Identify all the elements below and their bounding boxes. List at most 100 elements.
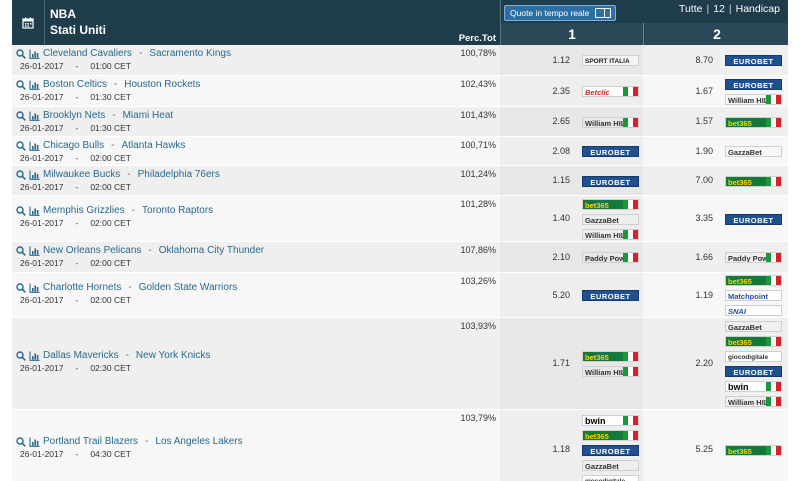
away-team-link[interactable]: Oklahoma City Thunder xyxy=(159,245,264,256)
search-icon[interactable] xyxy=(16,245,26,256)
odd-value-home[interactable]: 1.71 xyxy=(552,358,570,368)
odd-value-home[interactable]: 1.18 xyxy=(552,444,570,454)
home-team-link[interactable]: Boston Celtics xyxy=(43,79,107,90)
away-team-link[interactable]: Los Angeles Lakers xyxy=(155,436,242,447)
stats-chart-icon[interactable] xyxy=(29,80,40,90)
odd-value-away[interactable]: 1.67 xyxy=(695,86,713,96)
search-icon[interactable] xyxy=(16,169,26,180)
tab-tutte[interactable]: Tutte xyxy=(679,3,703,15)
bookmaker-logo-bet365[interactable]: bet365 xyxy=(582,199,639,210)
bookmaker-logo-bwin[interactable]: bwin xyxy=(582,415,639,426)
away-team-link[interactable]: Toronto Raptors xyxy=(142,205,213,216)
bookmaker-logo-bet365[interactable]: bet365 xyxy=(725,176,782,187)
live-odds-toggle[interactable]: Quote in tempo reale xyxy=(504,5,616,21)
search-icon[interactable] xyxy=(16,110,26,121)
search-icon[interactable] xyxy=(16,350,26,361)
bookmaker-logo-williamhill[interactable]: William HILL xyxy=(725,396,782,407)
bookmaker-logo-bet365[interactable]: bet365 xyxy=(582,351,639,362)
bookmaker-logo-williamhill[interactable]: William HILL xyxy=(582,117,639,128)
stats-chart-icon[interactable] xyxy=(29,206,40,216)
odd-value-home[interactable]: 2.10 xyxy=(552,252,570,262)
odd-value-away[interactable]: 1.19 xyxy=(695,290,713,300)
bookmaker-logo-eurobet[interactable]: EUROBET xyxy=(725,214,782,225)
odd-value-away[interactable]: 8.70 xyxy=(695,55,713,65)
home-team-link[interactable]: Dallas Mavericks xyxy=(43,350,119,361)
bookmaker-logo-eurobet[interactable]: EUROBET xyxy=(582,146,639,157)
away-team-link[interactable]: New York Knicks xyxy=(136,350,210,361)
bookmaker-logo-eurobet[interactable]: EUROBET xyxy=(725,366,782,377)
bookmaker-logo-giocodigitale[interactable]: giocodigitale xyxy=(582,475,639,481)
search-icon[interactable] xyxy=(16,48,26,59)
search-icon[interactable] xyxy=(16,79,26,90)
odd-value-home[interactable]: 1.12 xyxy=(552,55,570,65)
bookmaker-logo-gazzabet[interactable]: GazzaBet xyxy=(725,146,782,157)
odd-value-away[interactable]: 1.57 xyxy=(695,116,713,126)
bookmaker-logo-williamhill[interactable]: William HILL xyxy=(582,229,639,240)
bookmaker-logo-paddypower[interactable]: Paddy Power xyxy=(582,252,639,263)
bookmaker-logo-bet365[interactable]: bet365 xyxy=(725,275,782,286)
bookmaker-logo-williamhill[interactable]: William HILL xyxy=(725,94,782,105)
bookmaker-logo-bet365[interactable]: bet365 xyxy=(725,445,782,456)
bookmaker-logo-giocodigitale[interactable]: giocodigitale xyxy=(725,351,782,362)
bookmaker-logo-gazzabet[interactable]: GazzaBet xyxy=(725,321,782,332)
stats-chart-icon[interactable] xyxy=(29,141,40,151)
odd-value-home[interactable]: 1.15 xyxy=(552,175,570,185)
away-team-link[interactable]: Houston Rockets xyxy=(124,79,200,90)
stats-chart-icon[interactable] xyxy=(29,49,40,59)
odd-value-away[interactable]: 5.25 xyxy=(695,444,713,454)
odd-value-home[interactable]: 2.08 xyxy=(552,146,570,156)
bookmaker-logo-bet365[interactable]: bet365 xyxy=(582,430,639,441)
odd-value-home[interactable]: 5.20 xyxy=(552,290,570,300)
home-team-link[interactable]: New Orleans Pelicans xyxy=(43,245,141,256)
stats-chart-icon[interactable] xyxy=(29,283,40,293)
search-icon[interactable] xyxy=(16,436,26,447)
bookmaker-logo-williamhill[interactable]: William HILL xyxy=(582,366,639,377)
home-team-link[interactable]: Milwaukee Bucks xyxy=(43,169,120,180)
home-team-link[interactable]: Portland Trail Blazers xyxy=(43,436,138,447)
search-icon[interactable] xyxy=(16,140,26,151)
away-team-link[interactable]: Atlanta Hawks xyxy=(122,140,186,151)
bookmaker-logo-paddypower[interactable]: Paddy Power xyxy=(725,252,782,263)
bookmaker-logo-sportitalia[interactable]: SPORT ITALIA xyxy=(582,55,639,66)
bookmaker-logo-gazzabet[interactable]: GazzaBet xyxy=(582,214,639,225)
odd-value-away[interactable]: 1.90 xyxy=(695,146,713,156)
odd-value-away[interactable]: 2.20 xyxy=(695,358,713,368)
bookmaker-logo-snai[interactable]: SNAI xyxy=(725,305,782,316)
bookmaker-logo-eurobet[interactable]: EUROBET xyxy=(725,79,782,90)
home-team-link[interactable]: Brooklyn Nets xyxy=(43,110,105,121)
search-icon[interactable] xyxy=(16,282,26,293)
tab-12[interactable]: 12 xyxy=(713,3,725,15)
home-team-link[interactable]: Memphis Grizzlies xyxy=(43,205,125,216)
bookmaker-logo-bet365[interactable]: bet365 xyxy=(725,336,782,347)
home-team-link[interactable]: Cleveland Cavaliers xyxy=(43,48,132,59)
bookmaker-logo-matchpoint[interactable]: Matchpoint xyxy=(725,290,782,301)
home-team-link[interactable]: Charlotte Hornets xyxy=(43,282,121,293)
odd-value-away[interactable]: 7.00 xyxy=(695,175,713,185)
bookmaker-logo-betclic[interactable]: Betclic xyxy=(582,86,639,97)
bookmaker-logo-gazzabet[interactable]: GazzaBet xyxy=(582,460,639,471)
away-team-link[interactable]: Miami Heat xyxy=(123,110,174,121)
home-team-link[interactable]: Chicago Bulls xyxy=(43,140,104,151)
odd-value-home[interactable]: 2.65 xyxy=(552,116,570,126)
odd-value-home[interactable]: 2.35 xyxy=(552,86,570,96)
stats-chart-icon[interactable] xyxy=(29,351,40,361)
away-team-link[interactable]: Philadelphia 76ers xyxy=(138,169,220,180)
tab-handicap[interactable]: Handicap xyxy=(736,3,780,15)
stats-chart-icon[interactable] xyxy=(29,437,40,447)
odd-value-away[interactable]: 1.66 xyxy=(695,252,713,262)
stats-chart-icon[interactable] xyxy=(29,170,40,180)
stats-chart-icon[interactable] xyxy=(29,246,40,256)
bookmaker-logo-bet365[interactable]: bet365 xyxy=(725,117,782,128)
search-icon[interactable] xyxy=(16,205,26,216)
bookmaker-logo-eurobet[interactable]: EUROBET xyxy=(582,445,639,456)
stats-chart-icon[interactable] xyxy=(29,111,40,121)
bookmaker-logo-bwin[interactable]: bwin xyxy=(725,381,782,392)
calendar-button[interactable] xyxy=(12,0,45,45)
bookmaker-logo-eurobet[interactable]: EUROBET xyxy=(582,176,639,187)
bookmaker-logo-eurobet[interactable]: EUROBET xyxy=(582,290,639,301)
away-team-link[interactable]: Sacramento Kings xyxy=(149,48,231,59)
away-team-link[interactable]: Golden State Warriors xyxy=(139,282,238,293)
odd-value-away[interactable]: 3.35 xyxy=(695,213,713,223)
odd-value-home[interactable]: 1.40 xyxy=(552,213,570,223)
bookmaker-logo-eurobet[interactable]: EUROBET xyxy=(725,55,782,66)
